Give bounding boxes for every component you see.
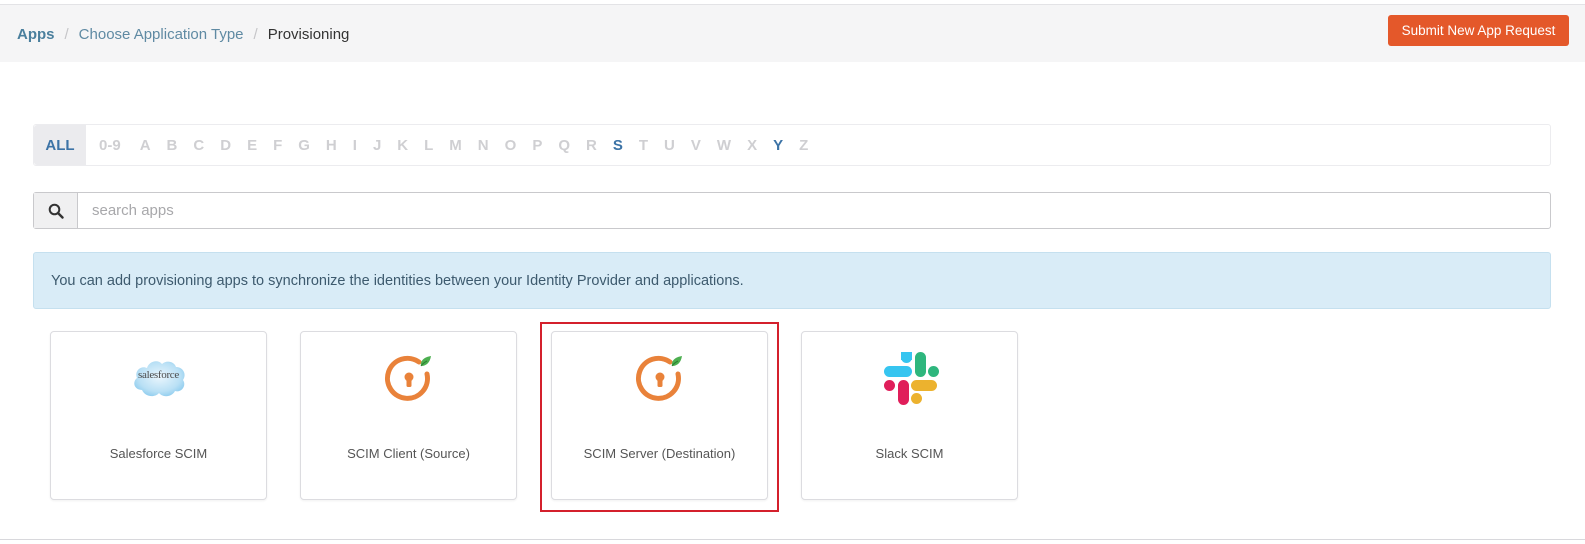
app-card-slack-scim[interactable]: Slack SCIM [801,331,1018,500]
filter-all[interactable]: ALL [34,125,86,165]
search-icon [48,203,64,219]
breadcrumb: Apps / Choose Application Type / Provisi… [17,26,349,43]
filter-x[interactable]: X [740,125,764,165]
alphabet-filter: ALL 0-9 A B C D E F G H I J K L M N O P … [33,124,1551,166]
filter-e[interactable]: E [240,125,264,165]
app-card-label: Slack SCIM [875,446,944,461]
breadcrumb-choose-application-type[interactable]: Choose Application Type [79,26,244,43]
breadcrumb-apps[interactable]: Apps [17,26,55,43]
filter-j[interactable]: J [366,125,388,165]
app-card-label: Salesforce SCIM [109,446,208,461]
salesforce-logo: salesforce [51,346,266,410]
filter-m[interactable]: M [442,125,469,165]
filter-w[interactable]: W [710,125,738,165]
filter-a[interactable]: A [133,125,158,165]
search-bar [33,192,1551,229]
miniorange-logo [301,346,516,410]
filter-v[interactable]: V [684,125,708,165]
filter-b[interactable]: B [160,125,185,165]
app-card-scim-client[interactable]: SCIM Client (Source) [300,331,517,500]
app-card-label: SCIM Client (Source) [347,446,470,461]
filter-q[interactable]: Q [551,125,577,165]
filter-y[interactable]: Y [766,125,790,165]
search-input[interactable] [78,193,1550,228]
filter-h[interactable]: H [319,125,344,165]
app-card-salesforce-scim[interactable]: salesforce Salesforce SCIM [50,331,267,500]
slack-logo [802,346,1017,410]
filter-c[interactable]: C [186,125,211,165]
filter-i[interactable]: I [346,125,364,165]
breadcrumb-current: Provisioning [267,26,350,43]
info-alert: You can add provisioning apps to synchro… [33,252,1551,309]
filter-r[interactable]: R [579,125,604,165]
miniorange-logo [552,346,767,410]
filter-n[interactable]: N [471,125,496,165]
submit-new-app-request-button[interactable]: Submit New App Request [1388,15,1569,46]
search-button[interactable] [34,193,78,228]
filter-u[interactable]: U [657,125,682,165]
breadcrumb-separator: / [253,26,258,43]
breadcrumb-separator: / [64,26,69,43]
filter-g[interactable]: G [291,125,317,165]
filter-l[interactable]: L [417,125,440,165]
filter-s[interactable]: S [606,125,630,165]
app-card-label: SCIM Server (Destination) [583,446,736,461]
filter-z[interactable]: Z [792,125,815,165]
app-card-scim-server[interactable]: SCIM Server (Destination) [551,331,768,500]
filter-t[interactable]: T [632,125,655,165]
page-header: Apps / Choose Application Type / Provisi… [0,5,1585,62]
filter-f[interactable]: F [266,125,289,165]
filter-0-9[interactable]: 0-9 [92,125,128,165]
filter-o[interactable]: O [498,125,524,165]
filter-d[interactable]: D [213,125,238,165]
filter-k[interactable]: K [390,125,415,165]
page: Apps / Choose Application Type / Provisi… [0,4,1585,540]
filter-p[interactable]: P [525,125,549,165]
